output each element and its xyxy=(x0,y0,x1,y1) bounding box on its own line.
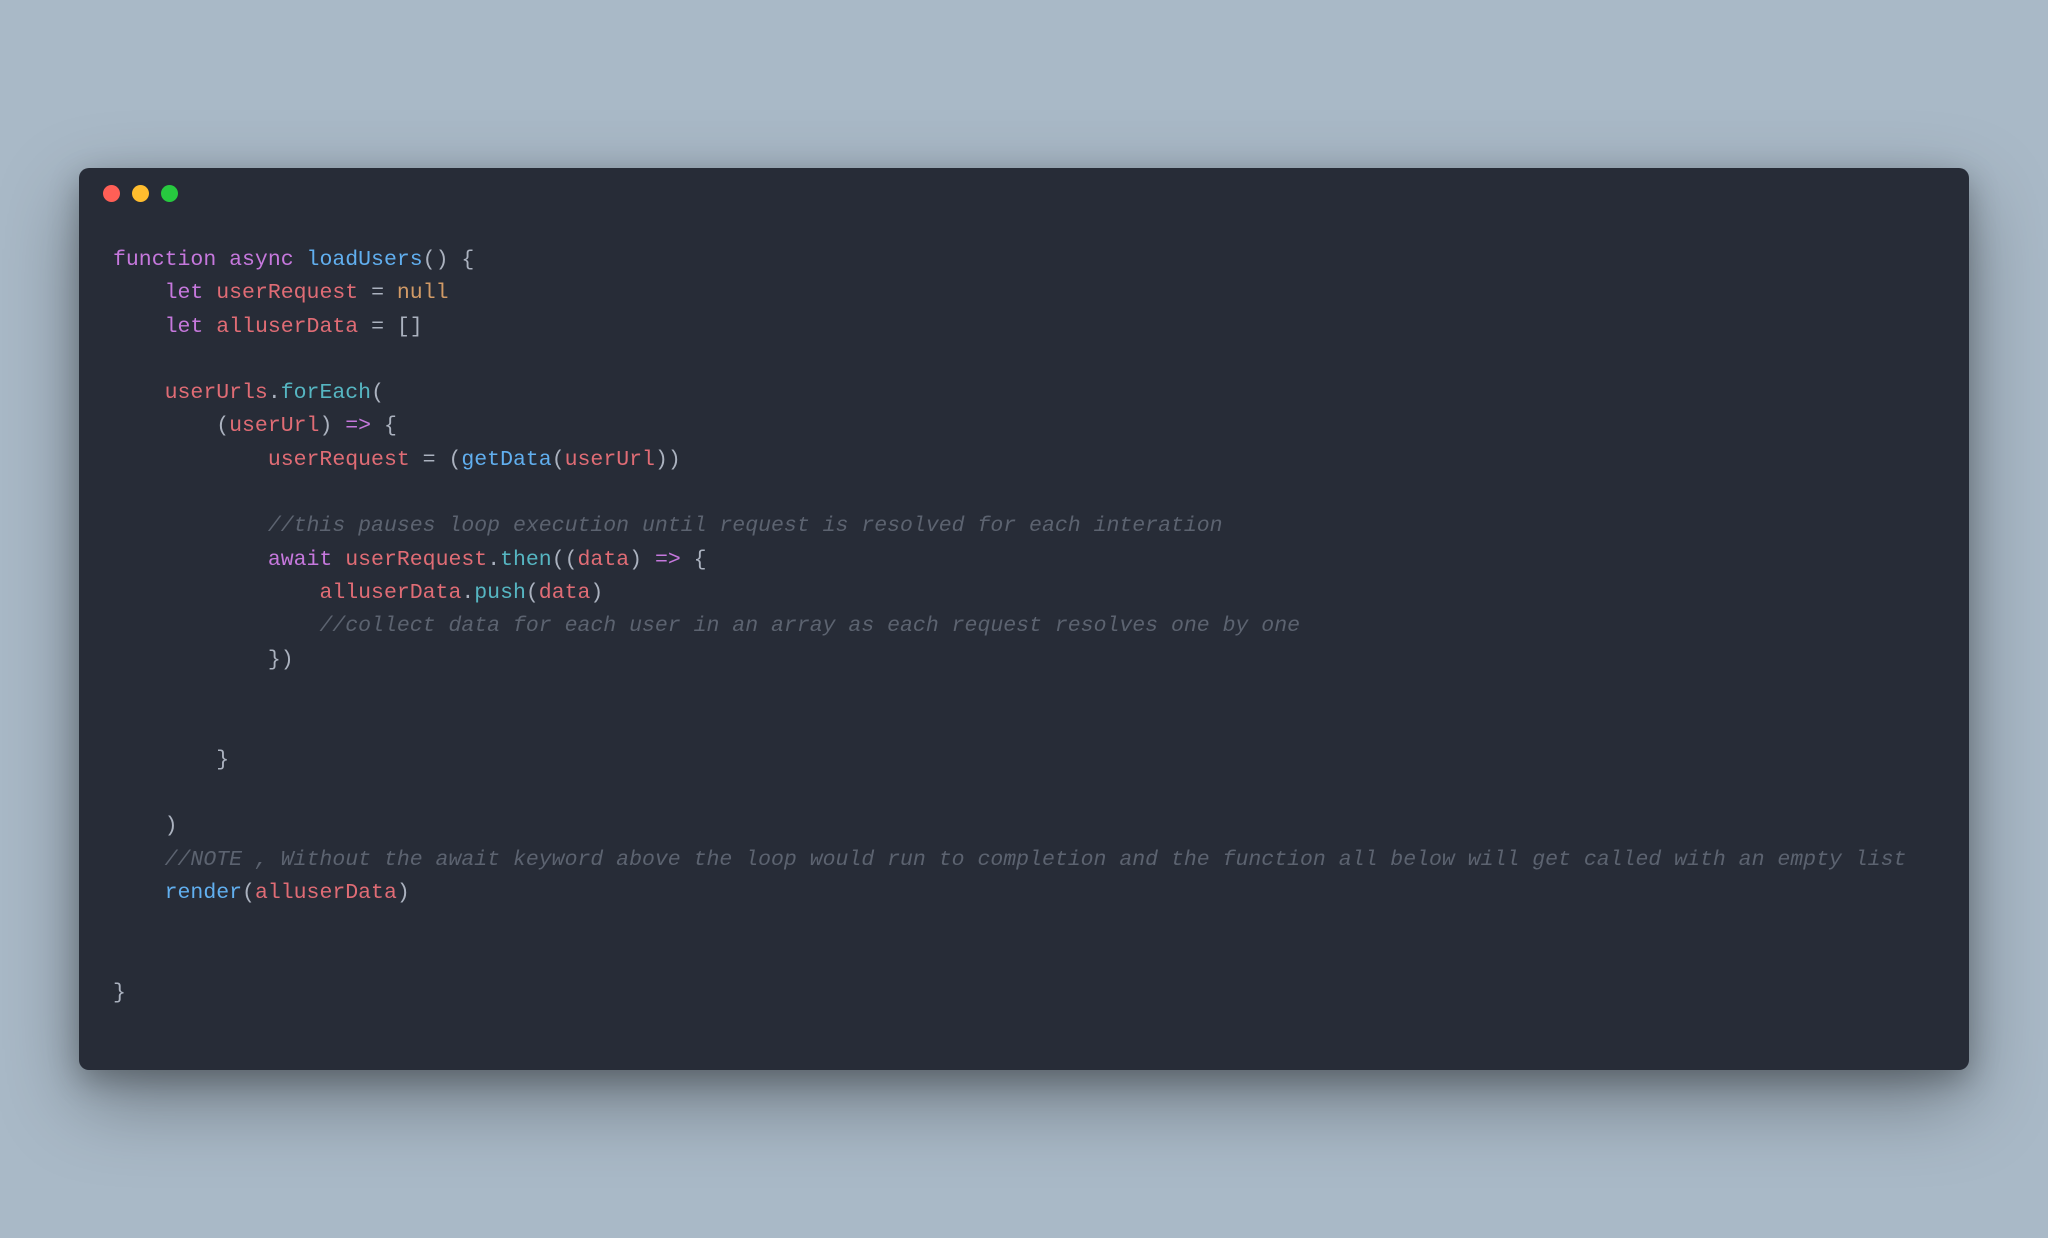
code-token-var: userUrls xyxy=(165,381,268,405)
code-token-var: userUrl xyxy=(229,414,319,438)
code-token-pun: ( xyxy=(242,881,255,905)
code-token-cm: //collect data for each user in an array… xyxy=(319,614,1300,638)
code-window: function async loadUsers() { let userReq… xyxy=(79,168,1969,1070)
code-content: function async loadUsers() { let userReq… xyxy=(113,244,1935,1010)
close-icon[interactable] xyxy=(103,185,120,202)
code-token-pun xyxy=(294,248,307,272)
code-token-pun: ( xyxy=(113,414,229,438)
code-token-var: alluserData xyxy=(255,881,397,905)
window-titlebar xyxy=(79,168,1969,220)
code-token-call: then xyxy=(500,548,552,572)
code-token-pun: ) xyxy=(629,548,655,572)
code-token-var: data xyxy=(539,581,591,605)
code-token-kw: function xyxy=(113,248,216,272)
code-token-call: push xyxy=(474,581,526,605)
code-token-pun xyxy=(113,448,268,472)
code-token-pun: ) xyxy=(590,581,603,605)
code-token-cm: //NOTE , Without the await keyword above… xyxy=(165,848,1907,872)
code-token-fn: loadUsers xyxy=(307,248,423,272)
code-token-pun xyxy=(113,581,319,605)
code-token-pun: . xyxy=(268,381,281,405)
code-token-var: userRequest xyxy=(268,448,410,472)
code-token-pun xyxy=(203,281,216,305)
code-token-call: forEach xyxy=(281,381,371,405)
code-token-var: userRequest xyxy=(216,281,358,305)
code-token-pun: )) xyxy=(655,448,681,472)
code-token-pun xyxy=(332,548,345,572)
code-token-pun: . xyxy=(487,548,500,572)
code-token-pun: { xyxy=(371,414,397,438)
code-token-pun xyxy=(216,248,229,272)
code-token-pun xyxy=(113,281,165,305)
maximize-icon[interactable] xyxy=(161,185,178,202)
code-token-pun: { xyxy=(681,548,707,572)
minimize-icon[interactable] xyxy=(132,185,149,202)
code-token-pun xyxy=(113,315,165,339)
code-token-kw: => xyxy=(345,414,371,438)
code-token-num: null xyxy=(397,281,449,305)
code-token-pun xyxy=(113,848,165,872)
code-token-var: alluserData xyxy=(216,315,358,339)
code-token-pun: ( xyxy=(552,448,565,472)
code-token-pun xyxy=(113,881,165,905)
code-token-pun: ( xyxy=(371,381,384,405)
code-token-fn: render xyxy=(165,881,242,905)
code-token-pun: }) xyxy=(113,648,294,672)
code-token-kw: let xyxy=(165,315,204,339)
code-token-kw: await xyxy=(268,548,333,572)
code-token-var: alluserData xyxy=(319,581,461,605)
code-token-kw: => xyxy=(655,548,681,572)
code-token-pun xyxy=(113,514,268,538)
code-token-var: data xyxy=(578,548,630,572)
code-token-pun xyxy=(113,548,268,572)
code-token-var: userRequest xyxy=(345,548,487,572)
code-token-pun: } xyxy=(113,981,126,1005)
code-token-pun xyxy=(203,315,216,339)
code-token-pun: ) xyxy=(113,814,178,838)
code-token-pun xyxy=(113,614,319,638)
code-area: function async loadUsers() { let userReq… xyxy=(79,220,1969,1070)
code-token-pun: . xyxy=(461,581,474,605)
code-token-kw: async xyxy=(229,248,294,272)
code-token-pun: = ( xyxy=(410,448,462,472)
code-token-fn: getData xyxy=(461,448,551,472)
code-token-pun: = [] xyxy=(358,315,423,339)
code-token-pun: = xyxy=(358,281,397,305)
code-token-pun: ( xyxy=(526,581,539,605)
code-token-cm: //this pauses loop execution until reque… xyxy=(268,514,1223,538)
code-token-pun: ) xyxy=(397,881,410,905)
code-token-pun: } xyxy=(113,748,229,772)
code-token-pun: (( xyxy=(552,548,578,572)
code-token-kw: let xyxy=(165,281,204,305)
code-token-pun xyxy=(113,381,165,405)
code-token-var: userUrl xyxy=(565,448,655,472)
code-token-pun: ) xyxy=(319,414,345,438)
code-token-pun: () { xyxy=(423,248,475,272)
